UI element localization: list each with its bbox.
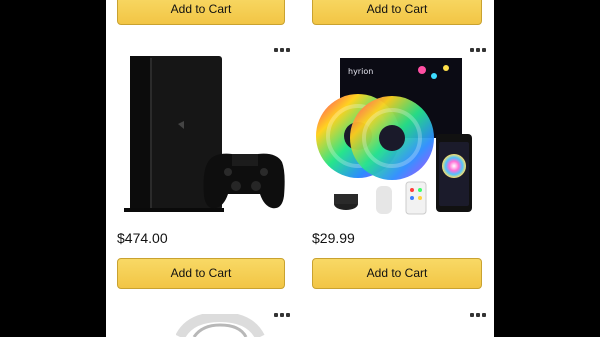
add-to-cart-button[interactable]: Add to Cart — [312, 0, 482, 25]
led-strip-kit-image[interactable]: hyrion — [312, 54, 482, 220]
more-options-icon[interactable] — [274, 310, 294, 320]
game-console-image[interactable] — [116, 52, 288, 218]
add-to-cart-button[interactable]: Add to Cart — [117, 258, 285, 289]
partial-product-image[interactable] — [176, 314, 276, 337]
led-box-brand: hyrion — [348, 67, 373, 76]
more-options-icon[interactable] — [470, 310, 490, 320]
add-to-cart-button[interactable]: Add to Cart — [312, 258, 482, 289]
add-to-cart-button[interactable]: Add to Cart — [117, 0, 285, 25]
product-price: $29.99 — [312, 230, 355, 246]
product-grid: Add to Cart Add to Cart hyrion $474.00 $… — [106, 0, 494, 337]
product-price: $474.00 — [117, 230, 168, 246]
